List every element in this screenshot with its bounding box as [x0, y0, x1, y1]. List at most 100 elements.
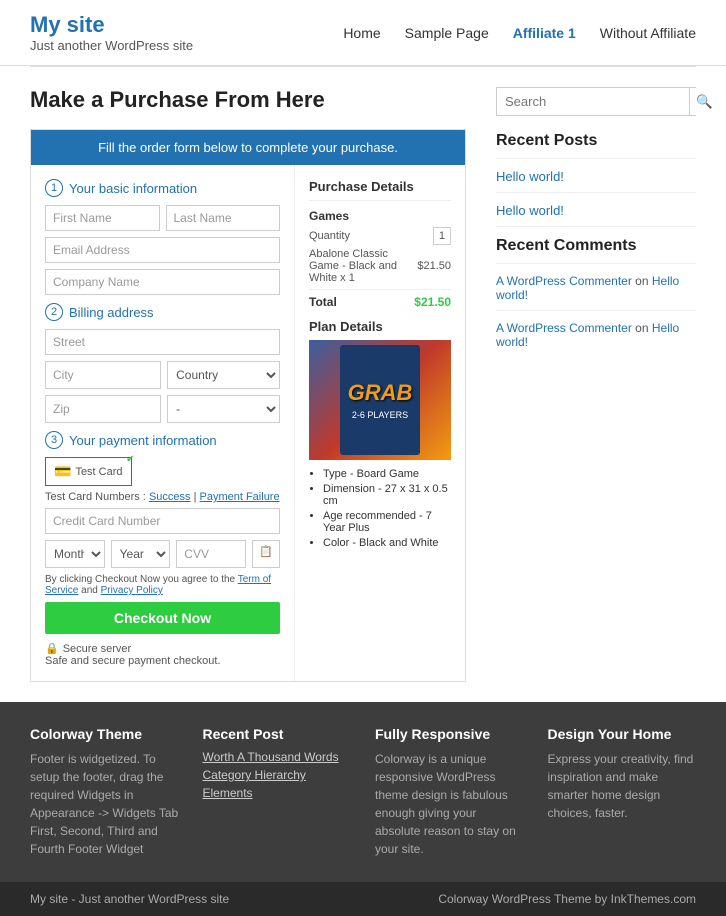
content-area: Make a Purchase From Here Fill the order… [30, 87, 466, 682]
quantity-control: 1 [433, 227, 451, 245]
purchase-item-row: Abalone Classic Game - Black and White x… [309, 248, 451, 284]
comment-1: A WordPress Commenter on Hello world! [496, 274, 696, 302]
state-select[interactable]: - [167, 395, 280, 423]
plan-detail-type: Type - Board Game [323, 468, 451, 480]
secure-server: 🔒 Secure server [45, 642, 280, 655]
checkout-right: Purchase Details Games Quantity 1 Abalon… [295, 165, 465, 681]
email-row [45, 237, 280, 263]
checkout-now-button[interactable]: Checkout Now [45, 602, 280, 634]
grab-text: GRAB [348, 380, 413, 406]
email-input[interactable] [45, 237, 280, 263]
purchase-item-name: Abalone Classic Game - Black and White x… [309, 248, 417, 284]
divider5 [496, 310, 696, 311]
commenter-2[interactable]: A WordPress Commenter [496, 321, 632, 335]
footer-main: Colorway Theme Footer is widgetized. To … [0, 702, 726, 882]
section2-label: 2 Billing address [45, 303, 280, 321]
site-name: My site [30, 12, 193, 38]
test-card-numbers: Test Card Numbers : Success | Payment Fa… [45, 491, 280, 503]
page-title: Make a Purchase From Here [30, 87, 466, 113]
success-link[interactable]: Success [149, 491, 191, 503]
recent-post-2[interactable]: Hello world! [496, 203, 696, 218]
footer-bottom: My site - Just another WordPress site Co… [0, 882, 726, 916]
terms-text: By clicking Checkout Now you agree to th… [45, 574, 280, 596]
zip-state-row: - [45, 395, 280, 423]
checkout-container: Fill the order form below to complete yo… [30, 129, 466, 682]
zip-input[interactable] [45, 395, 161, 423]
city-input[interactable] [45, 361, 161, 389]
search-input[interactable] [497, 88, 689, 115]
footer-bottom-left: My site - Just another WordPress site [30, 892, 229, 906]
plan-detail-age: Age recommended - 7 Year Plus [323, 510, 451, 534]
country-select[interactable]: Country [167, 361, 280, 389]
recent-posts-title: Recent Posts [496, 132, 696, 150]
section3-title: Your payment information [69, 433, 217, 448]
failure-link[interactable]: Payment Failure [200, 491, 280, 503]
search-box: 🔍 [496, 87, 696, 116]
main-nav: Home Sample Page Affiliate 1 Without Aff… [343, 25, 696, 41]
plan-details-list: Type - Board Game Dimension - 27 x 31 x … [309, 468, 451, 549]
section2-title: Billing address [69, 305, 154, 320]
footer-col4-text: Express your creativity, find inspiratio… [548, 750, 697, 822]
purchase-qty-row: Quantity 1 [309, 227, 451, 245]
plan-image: GRAB 2-6 PLAYERS [309, 340, 451, 460]
expiry-row: Month Year 📋 [45, 540, 280, 568]
test-card-label: Test Card [75, 466, 122, 478]
main-content: Make a Purchase From Here Fill the order… [0, 67, 726, 702]
commenter-1[interactable]: A WordPress Commenter [496, 274, 632, 288]
total-amount: $21.50 [414, 295, 451, 309]
footer-col-3: Fully Responsive Colorway is a unique re… [375, 726, 524, 858]
name-row [45, 205, 280, 231]
test-card-button[interactable]: 💳 Test Card ✔ [45, 457, 132, 486]
section1-title: Your basic information [69, 181, 197, 196]
site-tagline: Just another WordPress site [30, 38, 193, 53]
first-name-input[interactable] [45, 205, 160, 231]
search-button[interactable]: 🔍 [689, 88, 719, 115]
nav-sample-page[interactable]: Sample Page [405, 25, 489, 41]
purchase-section: Games [309, 209, 451, 223]
divider3 [496, 226, 696, 227]
checkout-body: 1 Your basic information [31, 165, 465, 681]
cc-row [45, 508, 280, 534]
privacy-link[interactable]: Privacy Policy [101, 585, 163, 596]
footer-col1-text: Footer is widgetized. To setup the foote… [30, 750, 179, 858]
last-name-input[interactable] [166, 205, 281, 231]
comment-2: A WordPress Commenter on Hello world! [496, 321, 696, 349]
card-icon: 💳 [54, 463, 71, 480]
nav-home[interactable]: Home [343, 25, 380, 41]
cvv-input[interactable] [176, 540, 246, 568]
footer-bottom-right[interactable]: Colorway WordPress Theme by InkThemes.co… [438, 892, 696, 906]
section1-num: 1 [45, 179, 63, 197]
section1-label: 1 Your basic information [45, 179, 280, 197]
purchase-total-row: Total $21.50 [309, 289, 451, 309]
recent-post-1[interactable]: Hello world! [496, 169, 696, 184]
city-country-row: Country [45, 361, 280, 389]
street-row [45, 329, 280, 355]
credit-card-input[interactable] [45, 508, 280, 534]
nav-affiliate1[interactable]: Affiliate 1 [513, 25, 576, 41]
footer-col3-title: Fully Responsive [375, 726, 524, 742]
footer-link-1[interactable]: Worth A Thousand Words [203, 750, 352, 764]
footer-col3-text: Colorway is a unique responsive WordPres… [375, 750, 524, 858]
footer-col-4: Design Your Home Express your creativity… [548, 726, 697, 858]
footer-col-1: Colorway Theme Footer is widgetized. To … [30, 726, 179, 858]
year-select[interactable]: Year [111, 540, 171, 568]
player-count: 2-6 PLAYERS [352, 410, 408, 420]
footer-col-2: Recent Post Worth A Thousand Words Categ… [203, 726, 352, 858]
checkout-left: 1 Your basic information [31, 165, 295, 681]
footer-col4-title: Design Your Home [548, 726, 697, 742]
section3-num: 3 [45, 431, 63, 449]
lock-icon: 🔒 [45, 642, 59, 655]
purchase-item-price: $21.50 [417, 260, 451, 272]
footer-link-2[interactable]: Category Hierarchy [203, 768, 352, 782]
footer-col2-title: Recent Post [203, 726, 352, 742]
company-input[interactable] [45, 269, 280, 295]
divider2 [496, 192, 696, 193]
plan-detail-dimension: Dimension - 27 x 31 x 0.5 cm [323, 483, 451, 507]
site-title: My site Just another WordPress site [30, 12, 193, 53]
nav-without-affiliate[interactable]: Without Affiliate [600, 25, 696, 41]
search-icon: 🔍 [696, 94, 713, 109]
month-select[interactable]: Month [45, 540, 105, 568]
street-input[interactable] [45, 329, 280, 355]
footer-link-3[interactable]: Elements [203, 786, 352, 800]
cvv-icon: 📋 [252, 540, 280, 568]
